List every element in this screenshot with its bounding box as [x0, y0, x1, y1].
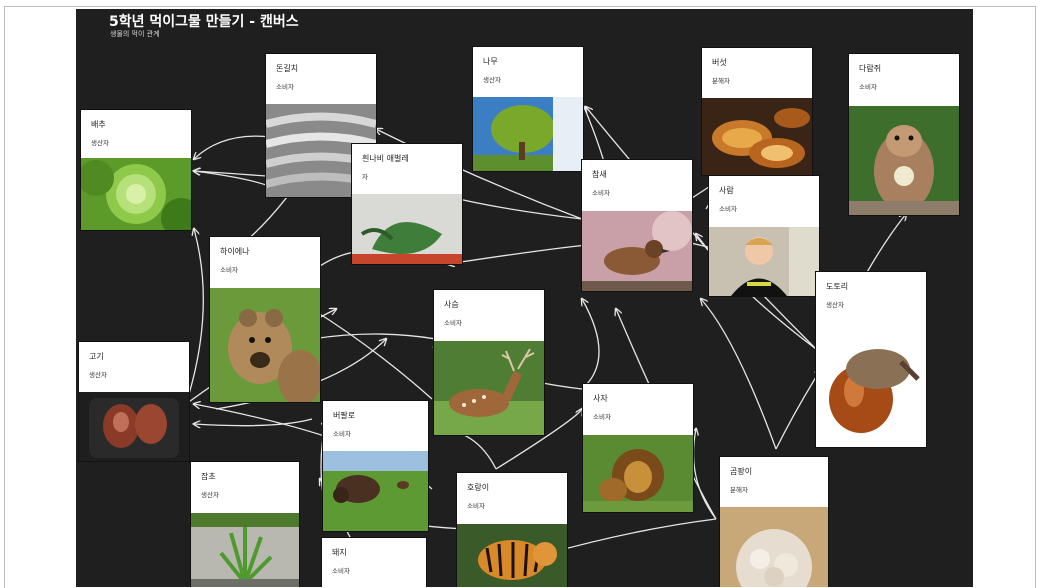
card-role: 소비자 — [220, 266, 238, 274]
card-name: 고기 — [89, 352, 104, 361]
card-role: 자 — [362, 173, 368, 181]
card-role: 생산자 — [201, 491, 219, 499]
card-chipmunk[interactable]: 다람쥐 소비자 — [849, 54, 959, 215]
card-lion[interactable]: 사자 소비자 — [583, 384, 693, 512]
card-name: 사자 — [593, 394, 608, 403]
canvas-board[interactable]: 5학년 먹이그물 만들기 - 캔버스 생물의 먹이 관계 배추 생산자 돈길치 … — [76, 9, 973, 587]
card-name: 곰팡이 — [730, 467, 753, 476]
card-name: 나무 — [483, 57, 498, 66]
card-role: 생산자 — [826, 301, 844, 309]
deer-image — [434, 341, 544, 435]
card-role: 소비자 — [276, 83, 294, 91]
card-role: 소비자 — [719, 205, 737, 213]
card-name: 사슴 — [444, 300, 459, 309]
card-pig[interactable]: 돼지 소비자 — [322, 538, 426, 587]
person-image — [709, 227, 819, 296]
card-name: 돈길치 — [276, 64, 299, 73]
card-name: 사람 — [719, 186, 734, 195]
card-weeds[interactable]: 잡초 생산자 — [191, 462, 299, 587]
card-name: 다람쥐 — [859, 64, 882, 73]
lion-image — [583, 435, 693, 512]
acorn-image — [816, 327, 926, 447]
mold-image — [720, 507, 828, 587]
cabbage-image — [81, 158, 191, 230]
meat-image — [79, 392, 189, 461]
card-role: 생산자 — [89, 371, 107, 379]
sparrow-image — [582, 211, 692, 291]
tiger-image — [457, 524, 567, 587]
card-role: 소비자 — [444, 319, 462, 327]
card-name: 호랑이 — [467, 483, 490, 492]
weeds-image — [191, 513, 299, 587]
card-role: 소비자 — [332, 567, 350, 575]
card-tree[interactable]: 나무 생산자 — [473, 47, 583, 171]
card-sparrow[interactable]: 참새 소비자 — [582, 160, 692, 291]
card-role: 소비자 — [467, 502, 485, 510]
card-role: 분해자 — [730, 486, 748, 494]
card-fungus[interactable]: 버섯 분해자 — [702, 48, 812, 175]
card-name: 흰나비 애벌레 — [362, 154, 409, 163]
card-mold[interactable]: 곰팡이 분해자 — [720, 457, 828, 587]
hyena-image — [210, 288, 320, 402]
card-role: 소비자 — [592, 189, 610, 197]
card-butterfly-larva[interactable]: 흰나비 애벌레 자 — [352, 144, 462, 264]
card-name: 잡초 — [201, 472, 216, 481]
card-role: 소비자 — [859, 83, 877, 91]
fungus-image — [702, 98, 812, 175]
card-role: 분해자 — [712, 77, 730, 85]
card-role: 소비자 — [333, 430, 351, 438]
card-name: 돼지 — [332, 548, 347, 557]
tree-image — [473, 97, 583, 171]
card-role: 생산자 — [91, 139, 109, 147]
card-tiger[interactable]: 호랑이 소비자 — [457, 473, 567, 587]
card-name: 배추 — [91, 120, 106, 129]
card-deer[interactable]: 사슴 소비자 — [434, 290, 544, 435]
card-name: 버팔로 — [333, 411, 356, 420]
card-hyena[interactable]: 하이에나 소비자 — [210, 237, 320, 402]
chipmunk-image — [849, 106, 959, 215]
card-name: 참새 — [592, 170, 607, 179]
card-name: 도토리 — [826, 282, 849, 291]
card-cabbage[interactable]: 배추 생산자 — [81, 110, 191, 230]
card-buffalo[interactable]: 버팔로 소비자 — [323, 401, 428, 531]
buffalo-image — [323, 451, 428, 531]
card-acorn[interactable]: 도토리 생산자 — [816, 272, 926, 447]
card-name: 버섯 — [712, 58, 727, 67]
larva-image — [352, 194, 462, 264]
card-name: 하이에나 — [220, 247, 250, 256]
card-role: 생산자 — [483, 76, 501, 84]
card-person[interactable]: 사람 소비자 — [709, 176, 819, 296]
card-role: 소비자 — [593, 413, 611, 421]
card-meat[interactable]: 고기 생산자 — [79, 342, 189, 461]
